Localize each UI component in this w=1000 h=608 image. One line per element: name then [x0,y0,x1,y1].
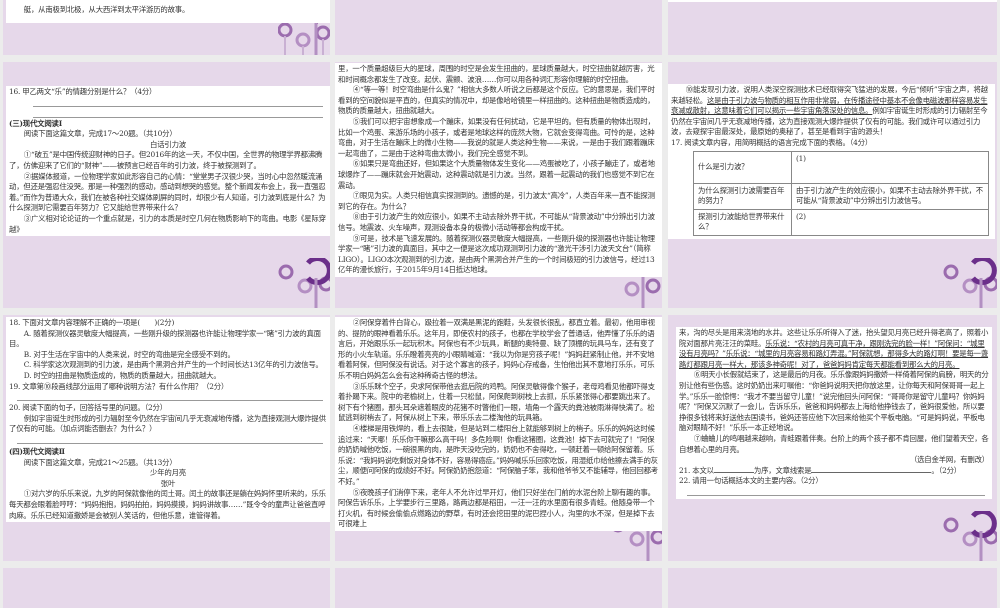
slide-r0-c2 [335,0,662,55]
table-cell[interactable]: (1) [791,150,989,184]
answer-line[interactable] [17,392,323,402]
instructions: 阅读下面这篇文章，完成17～20题。（共10分） [23,129,177,139]
question-20: 20. 阅读下面的句子，回答括号里的问题。（2分） [9,403,167,413]
content-box: 来，沟的尽头是用来浇地的水井。这些让乐乐听得入了迷，抬头望见月亮已经升得老高了，… [676,327,992,499]
table-row: 为什么探测引力波需要百年的努力？ 由于引力波产生的效应很小，如果不主动去除外界干扰… [693,182,989,210]
question-17: 17. 阅读文章内容，用简明概括的语言完成下面的表格。（4分） [671,137,873,147]
article-title: 少年的月亮 [150,468,186,478]
article-title: 白话引力波 [150,139,186,149]
answer-label: (2) [796,211,806,221]
flower-decoration-icon [624,274,661,308]
flower-decoration-icon [943,258,997,308]
answer-line[interactable] [17,435,323,444]
answer-label: (1) [796,153,806,163]
question-18: 18. 下面对文章内容理解不正确的一项是( )(2分) [9,318,175,327]
blank-1[interactable] [713,471,754,473]
paragraph: ⑥如果只是弯曲还好，但如果这个大质量物体发生变化——鸡蛋被吃了，小孩子蹦走了，或… [338,159,655,190]
table-row: 探测引力波能给世界带来什么？ (2) [693,208,989,236]
paragraph: ⑨可是，技术是飞速发展的。随着探测仪器灵敏度大幅提高，一些刚升级的探测器也许能让… [338,233,655,275]
slide-r3-c1 [3,568,330,608]
article-author: 张叶 [160,478,176,488]
answer-table: 什么是引力波？ (1) 为什么探测引力波需要百年的努力？ 由于引力波产生的效应很小，… [693,150,989,236]
text: 。（2分） [931,465,961,475]
slide-r1-c3: ⑩能发现引力波，说明人类深空探测技术已经取得突飞猛进的发展，今后“倾听”宇宙之声… [668,62,997,308]
answer-line[interactable] [687,487,985,496]
flower-decoration-icon [943,511,997,561]
table-row: 什么是引力波？ (1) [693,150,989,184]
question-22: 22. 请用一句话概括本文的主要内容。（2分） [679,476,823,486]
slide-r0-c1: 艇，从南极到北极，从大西洋到太平洋游历的故事。 [3,0,330,55]
content-box: 艇，从南极到北极，从大西洋到太平洋游历的故事。 [6,0,330,23]
answer-line[interactable] [33,98,323,107]
slide-r3-c2 [335,568,662,608]
section-heading: (三)现代文阅读Ⅰ [9,118,62,128]
instructions: 阅读下面这篇文章，完成21～25题。（共13分） [23,457,177,467]
source-note: （选自金羊网，有删改） [909,455,989,465]
answer-line[interactable] [33,109,323,118]
flower-decoration-icon [278,258,330,308]
paragraph: ③广义相对论论证的一个重点就是，引力的本质是时空几何在物质影响下的弯曲。电影《星… [9,213,326,234]
flower-decoration-icon [278,18,330,55]
paragraph: ⑤我们可以把宇宙想象成一个蹦床，如果没有任何扰动，它是平坦的。但有质量的物体出现… [338,116,655,158]
paragraph: ⑧由于引力波产生的效应很小，如果不主动去除外界干扰，不可能从“背景波动”中分辨出… [338,212,655,232]
table-cell[interactable]: (2) [791,208,989,236]
option[interactable]: A. 随着探测仪器灵敏度大幅提高，一些刚升级的探测器也许能让物理学家一“睹”引力… [9,329,327,350]
text: 21. 本文以 [679,465,714,475]
paragraph: ①“破五”是中国传统迎财神的日子。但2016年的这一天，不仅中国，全世界的物理学… [9,150,323,170]
content-box [668,0,997,2]
text: 为序，文章线索是 [753,465,812,475]
question-16: 16. 甲乙两文“乐”的情趣分别是什么？（4分） [9,87,157,96]
table-cell: 什么是引力波？ [693,150,792,184]
section-heading: (四)现代文阅读Ⅱ [9,446,65,456]
content-box: 里，一个质量超级巨大的星球，周围的时空是会发生扭曲的，星球质量越大，时空扭曲就越… [335,63,662,277]
table-cell: 为什么探测引力波需要百年的努力？ [693,182,792,210]
slide-r0-c3 [668,0,997,55]
table-cell: 由于引力波产生的效应很小，如果不主动去除外界干扰，不可能从“背景波动”中分辨出引… [791,182,989,210]
question-21: 21. 本文以 为序，文章线索是 。（2分） [679,466,989,477]
content-box: 18. 下面对文章内容理解不正确的一项是( )(2分) A. 随着探测仪器灵敏度… [6,317,330,523]
paragraph: ⑦眼见为实。人类只相信真实探测到的。遗憾的是，引力波太“高冷”，人类百年来一直不… [338,191,655,211]
paragraph: ⑩能发现引力波，说明人类深空探测技术已经取得突飞猛进的发展，今后“倾听”宇宙之声… [671,85,992,138]
paragraph: 里，一个质量超级巨大的星球，周围的时空是会发生扭曲的，星球质量越大，时空扭曲就越… [338,64,655,84]
paragraph: ⑥明天小长假就结束了，这是最后的月夜。乐乐像跟妈妈撒娇一样倚着阿保的肩膀，明天的… [679,370,989,433]
paragraph: ②据媒体报道，一位物理学家如此形容自己的心情：“堂堂男子汉很少哭，当时心中忽然暖… [9,171,326,213]
option[interactable]: D. 时空的扭曲是物质造成的，物质的质量越大，扭曲就越大。 [9,371,327,382]
paragraph: ④楼梯是用铁焊的，看上去很陡，但是站到二楼阳台上就能够到树上的梢子。乐乐的妈妈这… [338,423,658,486]
paragraph: ①对六岁的乐乐来说，九岁的阿保就像他的闰土哥。闰土的故事还是躺在妈妈怀里听来的，… [9,489,326,520]
slide-r1-c1: 16. 甲乙两文“乐”的情趣分别是什么？（4分） (三)现代文阅读Ⅰ 阅读下面这… [3,62,330,308]
slide-r3-c3 [668,568,997,608]
option[interactable]: B. 对于生活在宇宙中的人类来说，时空的弯曲是完全感受不到的。 [9,350,327,361]
paragraph: ⑦蛐蛐儿的鸣唱越来越响，青蛙跟着伴奏。台阶上的两个孩子都不肯回屋，他们望着天空，… [679,433,989,454]
paragraph: ②阿保穿着件白背心，趿拉着一双满是黑泥的跑鞋，头发很长很乱，都直立着。最初，他用… [338,318,655,380]
content-box: ②阿保穿着件白背心，趿拉着一双满是黑泥的跑鞋，头发很长很乱，都直立着。最初，他用… [335,317,662,531]
paragraph: ③乐乐眯个空子，央求阿保带他去逛后院的鸡鸭。阿保灵敏得像个猴子，老母鸡看见他都吓… [338,381,655,423]
slide-r2-c3: 来，沟的尽头是用来浇地的水井。这些让乐乐听得入了迷，抬头望见月亮已经升得老高了，… [668,315,997,561]
paragraph: 艇，从南极到北极，从大西洋到太平洋游历的故事。 [23,5,190,14]
slide-r1-c2: 里，一个质量超级巨大的星球，周围的时空是会发生扭曲的，星球质量越大，时空扭曲就越… [335,62,662,308]
paragraph: ④“等一等！时空弯曲是什么鬼？”相信大多数人听说之后都是这个反应。它的意思是，我… [338,85,655,116]
table-cell: 探测引力波能给世界带来什么？ [693,208,792,236]
blank-2[interactable] [811,471,932,473]
slide-r2-c1: 18. 下面对文章内容理解不正确的一项是( )(2分) A. 随着探测仪器灵敏度… [3,315,330,561]
content-box: ⑩能发现引力波，说明人类深空探测技术已经取得突飞猛进的发展，今后“倾听”宇宙之声… [668,84,995,239]
paragraph: 来，沟的尽头是用来浇地的水井。这些让乐乐听得入了迷，抬头望见月亮已经升得老高了，… [679,328,989,370]
slide-r2-c2: ②阿保穿着件白背心，趿拉着一双满是黑泥的跑鞋，头发很长很乱，都直立着。最初，他用… [335,315,662,561]
quoted-sentence: 例如宇宙诞生时形成的引力辐射至今仍然在宇宙间几乎无衰减地传播，这为直接观测大爆炸… [9,413,326,434]
question-19: 19. 文章第⑩段画线部分运用了哪种说明方法？有什么作用？（2分） [9,381,229,391]
paragraph: ⑤夜晚孩子们消停下来，老年人不允许过早开灯，他们只好坐在门前的水泥台阶上聊有趣的… [338,487,655,529]
content-box: 16. 甲乙两文“乐”的情趣分别是什么？（4分） (三)现代文阅读Ⅰ 阅读下面这… [6,86,330,237]
option[interactable]: C. 科学家这次观测到的引力波，是由两个黑洞合并产生的一个时间长达13亿年的引力… [9,360,327,371]
